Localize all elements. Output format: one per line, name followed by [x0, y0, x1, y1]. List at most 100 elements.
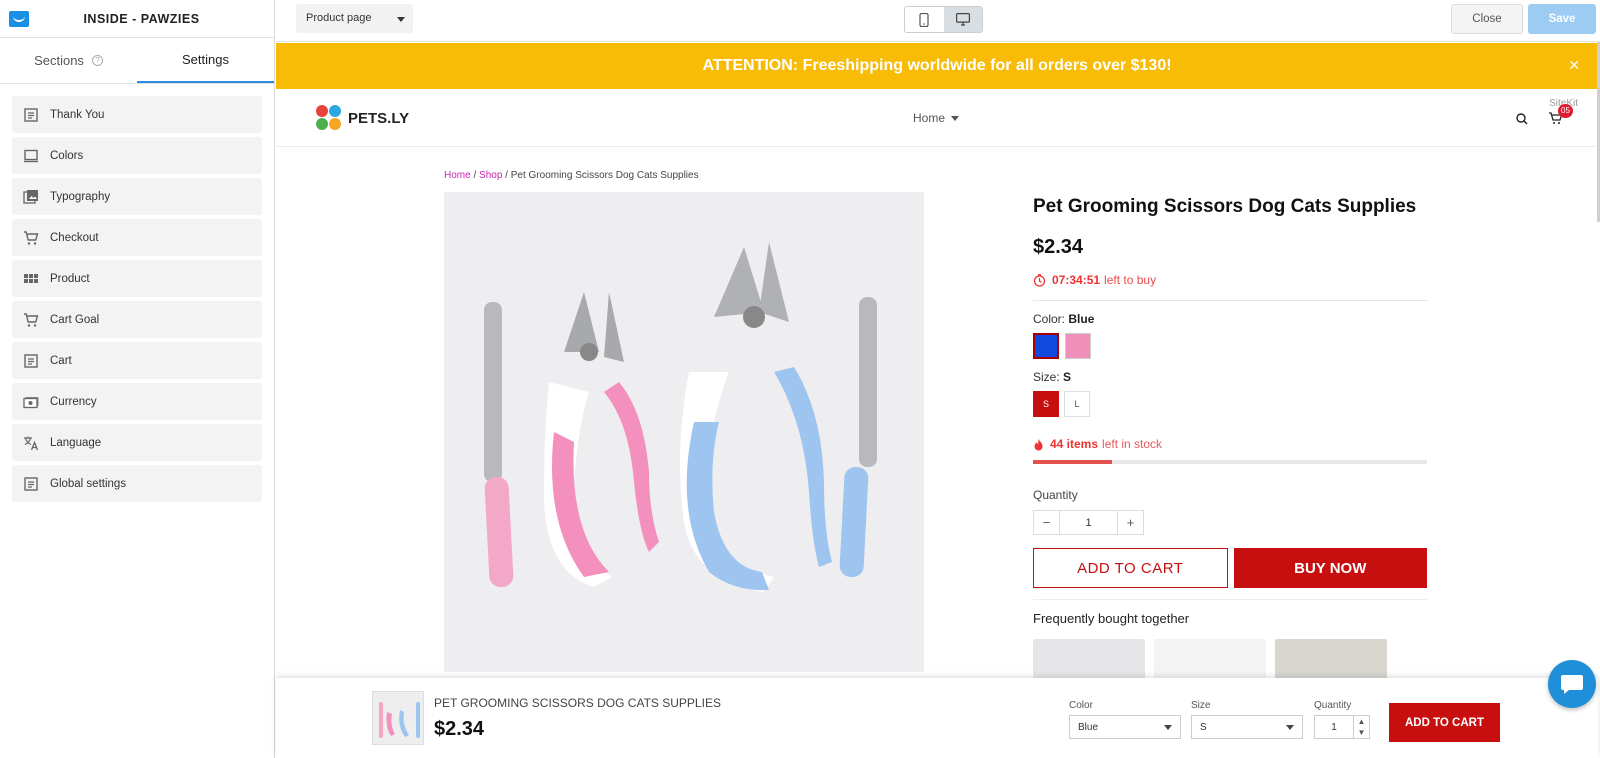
color-label: Color:: [1033, 312, 1066, 326]
stock-suffix: left in stock: [1102, 437, 1163, 451]
sticky-quantity-label: Quantity: [1314, 700, 1352, 711]
fbt-item-thumbnail[interactable]: [1033, 639, 1145, 679]
size-selected-value: S: [1063, 370, 1072, 384]
editor-sidebar: INSIDE - PAWZIES Sections ? Settings Tha…: [0, 0, 275, 758]
nav-home[interactable]: Home: [913, 111, 960, 125]
size-option-label: Size: S: [1033, 370, 1427, 384]
sticky-add-to-cart-button[interactable]: ADD TO CART: [1389, 703, 1500, 742]
quantity-stepper: − 1 +: [1033, 510, 1144, 535]
translate-icon: [23, 435, 39, 451]
product-image[interactable]: [444, 192, 924, 672]
color-swatch-pink[interactable]: [1065, 333, 1091, 359]
sticky-quantity-value: 1: [1331, 721, 1337, 733]
countdown-value: 07:34:51: [1052, 273, 1101, 287]
stock-count: 44 items: [1050, 437, 1099, 451]
size-label: Size:: [1033, 370, 1060, 384]
sticky-product-price: $2.34: [434, 718, 485, 740]
announcement-text: ATTENTION: Freeshipping worldwide for al…: [702, 57, 1172, 74]
tab-settings[interactable]: Settings: [137, 38, 274, 83]
settings-item-cart[interactable]: Cart: [12, 342, 262, 379]
store-preview: Product page Close Save ATTENTION: Frees…: [276, 0, 1600, 758]
desktop-view-button[interactable]: [943, 7, 982, 32]
sticky-color-select[interactable]: Blue: [1069, 715, 1181, 739]
settings-item-global-settings[interactable]: Global settings: [12, 465, 262, 502]
sticky-size-label: Size: [1191, 700, 1211, 711]
mobile-view-button[interactable]: [905, 7, 944, 32]
purchase-buttons: ADD TO CART BUY NOW: [1033, 548, 1427, 588]
money-icon: [23, 394, 39, 410]
page-select-value: Product page: [306, 12, 372, 24]
page-select[interactable]: Product page: [296, 4, 413, 33]
document-icon: [23, 476, 39, 492]
product-info: Pet Grooming Scissors Dog Cats Supplies …: [1033, 192, 1427, 679]
help-icon[interactable]: ?: [91, 55, 103, 66]
product-price: $2.34: [1033, 236, 1084, 258]
monitor-icon: [23, 148, 39, 164]
chevron-down-icon[interactable]: ▼: [1354, 727, 1369, 738]
color-swatches: [1033, 333, 1427, 359]
chevron-down-icon: [397, 17, 405, 22]
flame-icon: [1034, 438, 1043, 450]
cart-icon: [23, 312, 39, 328]
chat-button[interactable]: [1548, 660, 1596, 708]
product-photo: [444, 192, 924, 672]
image-icon: [23, 189, 39, 205]
close-icon[interactable]: ✕: [1568, 57, 1580, 74]
settings-item-checkout[interactable]: Checkout: [12, 219, 262, 256]
breadcrumb-current: Pet Grooming Scissors Dog Cats Supplies: [510, 170, 699, 181]
color-swatch-blue[interactable]: [1033, 333, 1059, 359]
chevron-down-icon: [1286, 725, 1294, 730]
tab-sections-label: Sections: [34, 53, 84, 68]
close-button[interactable]: Close: [1451, 4, 1523, 34]
stock-progress-bar: [1033, 460, 1427, 464]
chevron-up-icon[interactable]: ▲: [1354, 716, 1369, 727]
size-option-l[interactable]: L: [1064, 391, 1090, 417]
cart-count-badge: 05: [1558, 104, 1573, 118]
fbt-item-thumbnail[interactable]: [1275, 639, 1387, 679]
store-logo[interactable]: PETS.LY: [316, 105, 409, 131]
settings-item-label: Checkout: [50, 231, 99, 244]
product-thumb-image: [373, 692, 423, 744]
store-header: PETS.LY Home SiteKit 05: [276, 89, 1598, 147]
chevron-down-icon: [951, 116, 960, 122]
search-icon[interactable]: [1516, 113, 1528, 125]
settings-item-cart-goal[interactable]: Cart Goal: [12, 301, 262, 338]
settings-item-currency[interactable]: Currency: [12, 383, 262, 420]
device-toggle: [904, 6, 983, 33]
color-option-label: Color: Blue: [1033, 312, 1427, 326]
add-to-cart-button[interactable]: ADD TO CART: [1033, 548, 1228, 588]
settings-item-label: Language: [50, 436, 102, 449]
settings-item-product[interactable]: Product: [12, 260, 262, 297]
size-option-s[interactable]: S: [1033, 391, 1059, 417]
mobile-icon: [919, 12, 929, 27]
settings-menu: Thank You Colors Typography Checkout Product…: [0, 84, 274, 502]
quantity-input[interactable]: 1: [1059, 511, 1118, 534]
quantity-decrease-button[interactable]: −: [1034, 511, 1059, 534]
document-icon: [23, 107, 39, 123]
sticky-quantity-input[interactable]: 1 ▲ ▼: [1314, 715, 1370, 739]
paw-logo-icon: [316, 105, 342, 131]
breadcrumb-shop[interactable]: Shop: [479, 170, 502, 181]
quantity-increase-button[interactable]: +: [1118, 511, 1143, 534]
sticky-size-select[interactable]: S: [1191, 715, 1303, 739]
cart-icon: [23, 230, 39, 246]
breadcrumb: Home / Shop / Pet Grooming Scissors Dog …: [444, 170, 699, 181]
settings-item-language[interactable]: Language: [12, 424, 262, 461]
settings-item-label: Colors: [50, 149, 84, 162]
buy-now-button[interactable]: BUY NOW: [1233, 548, 1427, 588]
frequently-bought-items: [1033, 639, 1427, 679]
announcement-bar: ATTENTION: Freeshipping worldwide for al…: [276, 43, 1598, 89]
save-button[interactable]: Save: [1528, 4, 1596, 34]
countdown-suffix: left to buy: [1104, 273, 1157, 287]
breadcrumb-home[interactable]: Home: [444, 170, 471, 181]
settings-item-typography[interactable]: Typography: [12, 178, 262, 215]
tab-sections[interactable]: Sections ?: [0, 38, 137, 83]
document-icon: [23, 353, 39, 369]
fbt-item-thumbnail[interactable]: [1154, 639, 1266, 679]
settings-item-colors[interactable]: Colors: [12, 137, 262, 174]
chevron-down-icon: [1164, 725, 1172, 730]
tab-settings-label: Settings: [182, 52, 229, 67]
sticky-color-value: Blue: [1078, 722, 1099, 733]
settings-item-label: Product: [50, 272, 90, 285]
settings-item-thank-you[interactable]: Thank You: [12, 96, 262, 133]
